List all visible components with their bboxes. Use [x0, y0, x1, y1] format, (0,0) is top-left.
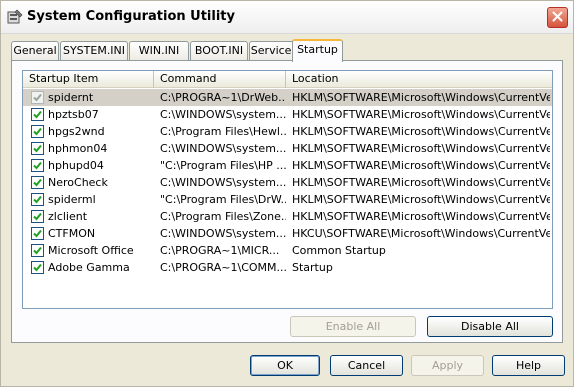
startup-item-checkbox[interactable]	[31, 159, 44, 172]
checkmark-icon	[33, 246, 42, 255]
tab-general[interactable]: General	[11, 41, 59, 60]
checkmark-icon	[33, 178, 42, 187]
startup-item-row[interactable]: zlclient C:\Program Files\Zone... HKLM\SOF…	[23, 208, 552, 225]
startup-item-row[interactable]: hphupd04 "C:\Program Files\HP ... HKLM\SOF…	[23, 157, 552, 174]
startup-item-name: spidernt	[48, 91, 94, 104]
checkmark-icon	[33, 110, 42, 119]
startup-item-location: HKCU\SOFTWARE\Microsoft\Windows\CurrentV…	[292, 227, 550, 240]
window-title: System Configuration Utility	[27, 9, 235, 24]
startup-item-checkbox[interactable]	[31, 176, 44, 189]
startup-item-checkbox[interactable]	[31, 227, 44, 240]
startup-items-list[interactable]: Startup Item Command Location spidernt C:…	[22, 70, 553, 309]
startup-item-name: zlclient	[48, 210, 88, 223]
startup-item-name: CTFMON	[48, 227, 96, 240]
startup-item-location: HKLM\SOFTWARE\Microsoft\Windows\CurrentV…	[292, 159, 550, 172]
startup-item-name: hphupd04	[48, 159, 104, 172]
startup-item-location: Startup	[292, 261, 333, 274]
startup-item-command: C:\WINDOWS\system...	[160, 176, 286, 189]
startup-item-name: spiderml	[48, 193, 96, 206]
startup-item-checkbox[interactable]	[31, 142, 44, 155]
startup-item-command: C:\PROGRA~1\MICR...	[160, 244, 280, 257]
checkmark-icon	[33, 161, 42, 170]
startup-item-checkbox[interactable]	[31, 261, 44, 274]
startup-item-name: hpgs2wnd	[48, 125, 105, 138]
column-header-location[interactable]: Location	[286, 71, 552, 88]
startup-item-row[interactable]: hphmon04 C:\WINDOWS\system... HKLM\SOFTWAR…	[23, 140, 552, 157]
startup-item-location: HKLM\SOFTWARE\Microsoft\Windows\CurrentV…	[292, 142, 550, 155]
startup-item-location: HKLM\SOFTWARE\Microsoft\Windows\CurrentV…	[292, 91, 550, 104]
list-header: Startup Item Command Location	[23, 71, 552, 88]
close-button[interactable]	[547, 7, 568, 28]
startup-item-checkbox[interactable]	[31, 193, 44, 206]
startup-item-checkbox[interactable]	[31, 244, 44, 257]
column-header-startup-item[interactable]: Startup Item	[23, 71, 154, 88]
startup-item-row[interactable]: hpgs2wnd C:\Program Files\Hewl... HKLM\SOF…	[23, 123, 552, 140]
title-bar[interactable]: System Configuration Utility	[1, 1, 573, 34]
startup-item-command: C:\PROGRA~1\DrWeb...	[160, 91, 286, 104]
startup-item-name: NeroCheck	[48, 176, 108, 189]
startup-item-checkbox[interactable]	[31, 210, 44, 223]
startup-item-row[interactable]: CTFMON C:\WINDOWS\system... HKCU\SOFTWARE\…	[23, 225, 552, 242]
startup-item-row[interactable]: Adobe Gamma C:\PROGRA~1\COMM... Startup	[23, 259, 552, 276]
checkmark-icon	[33, 127, 42, 136]
startup-item-name: Adobe Gamma	[48, 261, 130, 274]
apply-button[interactable]: Apply	[411, 355, 484, 376]
system-configuration-window: System Configuration Utility General SYS…	[0, 0, 574, 387]
startup-item-command: C:\Program Files\Zone...	[160, 210, 286, 223]
enable-all-button[interactable]: Enable All	[290, 316, 416, 337]
checkmark-icon	[33, 263, 42, 272]
disable-all-button[interactable]: Disable All	[427, 316, 553, 337]
tab-win-ini[interactable]: WIN.INI	[129, 41, 189, 60]
startup-item-checkbox[interactable]	[31, 108, 44, 121]
startup-item-command: C:\WINDOWS\system...	[160, 142, 286, 155]
startup-item-name: hpztsb07	[48, 108, 99, 121]
startup-item-location: HKLM\SOFTWARE\Microsoft\Windows\CurrentV…	[292, 108, 550, 121]
startup-item-command: C:\PROGRA~1\COMM...	[160, 261, 286, 274]
startup-item-command: C:\Program Files\Hewl...	[160, 125, 286, 138]
column-header-command[interactable]: Command	[154, 71, 286, 88]
msconfig-icon	[7, 9, 23, 25]
checkmark-icon	[33, 229, 42, 238]
checkmark-icon	[33, 212, 42, 221]
startup-item-command: "C:\Program Files\DrW...	[160, 193, 286, 206]
checkmark-icon	[33, 195, 42, 204]
startup-item-command: C:\WINDOWS\system...	[160, 108, 286, 121]
startup-item-location: HKLM\SOFTWARE\Microsoft\Windows\CurrentV…	[292, 193, 550, 206]
checkmark-icon	[33, 144, 42, 153]
startup-item-row[interactable]: hpztsb07 C:\WINDOWS\system... HKLM\SOFTWAR…	[23, 106, 552, 123]
startup-item-command: "C:\Program Files\HP ...	[160, 159, 286, 172]
startup-item-row[interactable]: spiderml "C:\Program Files\DrW... HKLM\SOF…	[23, 191, 552, 208]
startup-item-checkbox[interactable]	[31, 91, 44, 104]
tab-system-ini[interactable]: SYSTEM.INI	[60, 41, 128, 60]
startup-item-location: Common Startup	[292, 244, 386, 257]
startup-item-checkbox[interactable]	[31, 125, 44, 138]
startup-item-row[interactable]: spidernt C:\PROGRA~1\DrWeb... HKLM\SOFTWAR…	[23, 89, 552, 106]
startup-item-command: C:\WINDOWS\system...	[160, 227, 286, 240]
startup-item-name: hphmon04	[48, 142, 108, 155]
cancel-button[interactable]: Cancel	[330, 355, 403, 376]
startup-item-name: Microsoft Office	[48, 244, 134, 257]
tab-startup[interactable]: Startup	[292, 39, 343, 62]
startup-item-row[interactable]: NeroCheck C:\WINDOWS\system... HKLM\SOFTWA…	[23, 174, 552, 191]
checkmark-icon	[33, 93, 42, 102]
startup-item-location: HKLM\SOFTWARE\Microsoft\Windows\CurrentV…	[292, 125, 550, 138]
startup-item-row[interactable]: Microsoft Office C:\PROGRA~1\MICR... Commo…	[23, 242, 552, 259]
startup-item-location: HKLM\SOFTWARE\Microsoft\Windows\CurrentV…	[292, 176, 550, 189]
help-button[interactable]: Help	[492, 355, 565, 376]
tab-boot-ini[interactable]: BOOT.INI	[190, 41, 248, 60]
ok-button[interactable]: OK	[250, 355, 320, 376]
close-icon	[552, 11, 563, 25]
startup-item-location: HKLM\SOFTWARE\Microsoft\Windows\CurrentV…	[292, 210, 550, 223]
